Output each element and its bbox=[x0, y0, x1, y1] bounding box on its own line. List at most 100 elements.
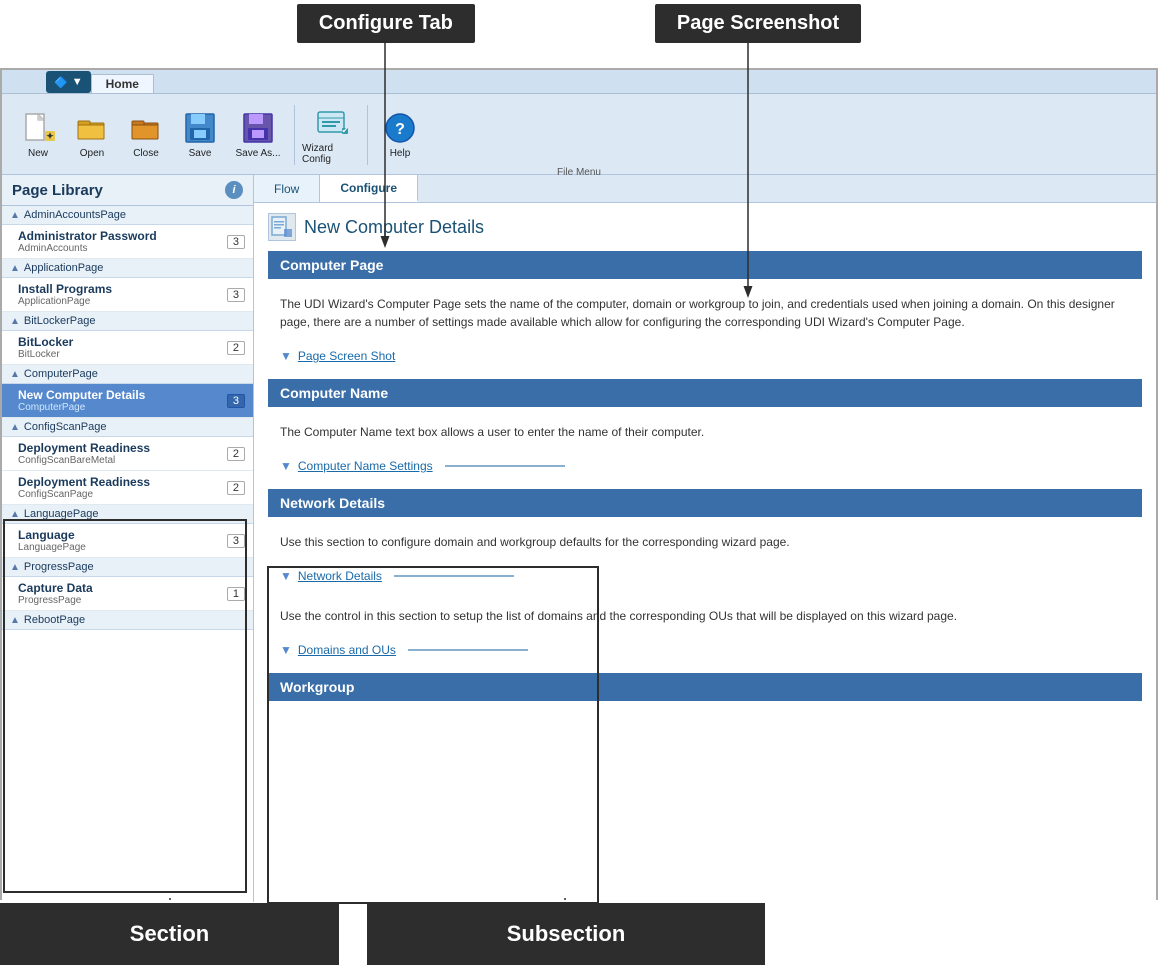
subsection-link-text: Computer Name Settings bbox=[298, 459, 433, 473]
new-icon: ✦ bbox=[20, 110, 56, 146]
sidebar-item-new-computer-details[interactable]: New Computer Details ComputerPage 3 bbox=[2, 384, 253, 418]
group-label-bitlockerpage: BitLockerPage bbox=[24, 315, 96, 327]
sidebar-item-badge: 3 bbox=[227, 288, 245, 302]
group-label-configscanpage: ConfigScanPage bbox=[24, 421, 107, 433]
group-arrow-icon: ▲ bbox=[10, 509, 20, 520]
chevron-down-icon: ▼ bbox=[280, 569, 292, 583]
sidebar-item-badge: 3 bbox=[227, 534, 245, 548]
open-button[interactable]: Open bbox=[66, 101, 118, 169]
info-icon[interactable]: i bbox=[225, 181, 243, 199]
tab-home[interactable]: Home bbox=[91, 74, 154, 93]
sidebar-item-subtitle: ProgressPage bbox=[18, 595, 227, 606]
section-network-details-body: Use this section to configure domain and… bbox=[268, 525, 1142, 559]
saveas-label: Save As... bbox=[235, 148, 280, 159]
sidebar-item-title: Capture Data bbox=[18, 581, 227, 595]
pane-content: New Computer Details Computer Page The U… bbox=[254, 203, 1156, 902]
ribbon-divider bbox=[294, 105, 295, 165]
sidebar-list: ▲ AdminAccountsPage Administrator Passwo… bbox=[2, 206, 253, 902]
group-arrow-icon: ▲ bbox=[10, 369, 20, 380]
group-arrow-icon: ▲ bbox=[10, 615, 20, 626]
sidebar-header: Page Library i bbox=[2, 175, 253, 206]
help-button[interactable]: ? Help bbox=[374, 101, 426, 169]
app-menu-button[interactable]: 🔷▼ bbox=[46, 71, 91, 93]
chevron-down-icon: ▼ bbox=[280, 643, 292, 657]
sidebar-item-title: Install Programs bbox=[18, 282, 227, 296]
section-network-details: Network Details bbox=[268, 489, 1142, 517]
sidebar-item-subtitle: ConfigScanBareMetal bbox=[18, 455, 227, 466]
save-label: Save bbox=[189, 148, 212, 159]
sidebar-item-badge: 2 bbox=[227, 447, 245, 461]
page-title: New Computer Details bbox=[304, 217, 484, 238]
sidebar-group-bitlockerpage: ▲ BitLockerPage bbox=[2, 312, 253, 331]
sidebar-item-subtitle: BitLocker bbox=[18, 349, 227, 360]
ribbon: 🔷▼ Home ✦ New bbox=[2, 70, 1156, 175]
group-label-computerpage: ComputerPage bbox=[24, 368, 98, 380]
sidebar-item-subtitle: AdminAccounts bbox=[18, 243, 227, 254]
sidebar-item-language[interactable]: Language LanguagePage 3 bbox=[2, 524, 253, 558]
subsection-page-screenshot[interactable]: ▼ Page Screen Shot bbox=[268, 343, 1142, 369]
saveas-icon bbox=[240, 110, 276, 146]
page-icon bbox=[268, 213, 296, 241]
page-title-bar: New Computer Details bbox=[268, 213, 1142, 241]
sidebar-item-title: Deployment Readiness bbox=[18, 475, 227, 489]
sidebar-group-languagepage: ▲ LanguagePage bbox=[2, 505, 253, 524]
new-button[interactable]: ✦ New bbox=[12, 101, 64, 169]
section-workgroup: Workgroup bbox=[268, 673, 1142, 701]
sidebar-item-title: Deployment Readiness bbox=[18, 441, 227, 455]
subsection-computer-name-settings[interactable]: ▼ Computer Name Settings bbox=[268, 453, 1142, 479]
sidebar-item-subtitle: LanguagePage bbox=[18, 542, 227, 553]
right-pane: Flow Configure New bbox=[254, 175, 1156, 902]
tab-flow[interactable]: Flow bbox=[254, 175, 320, 202]
sidebar-item-title: Language bbox=[18, 528, 227, 542]
subsection-line bbox=[445, 465, 565, 467]
section-computer-page: Computer Page bbox=[268, 251, 1142, 279]
sidebar-item-subtitle: ConfigScanPage bbox=[18, 489, 227, 500]
svg-text:✔: ✔ bbox=[342, 126, 348, 135]
sidebar-item-bitlocker[interactable]: BitLocker BitLocker 2 bbox=[2, 331, 253, 365]
section-computer-page-body: The UDI Wizard's Computer Page sets the … bbox=[268, 287, 1142, 339]
group-arrow-icon: ▲ bbox=[10, 263, 20, 274]
saveas-button[interactable]: Save As... bbox=[228, 101, 288, 169]
sidebar-item-install-programs[interactable]: Install Programs ApplicationPage 3 bbox=[2, 278, 253, 312]
configure-tab-annotation: Configure Tab bbox=[297, 4, 475, 43]
group-label-rebootpage: RebootPage bbox=[24, 614, 85, 626]
sidebar-item-badge: 3 bbox=[227, 394, 245, 408]
subsection-domains-and-ous[interactable]: ▼ Domains and OUs bbox=[268, 637, 1142, 663]
open-label: Open bbox=[80, 148, 104, 159]
subsection-line bbox=[394, 575, 514, 577]
group-label-applicationpage: ApplicationPage bbox=[24, 262, 104, 274]
sidebar-item-deployment-readiness-1[interactable]: Deployment Readiness ConfigScanBareMetal… bbox=[2, 437, 253, 471]
subsection-link-text: Page Screen Shot bbox=[298, 349, 395, 363]
sidebar-item-subtitle: ComputerPage bbox=[18, 402, 227, 413]
wizard-icon: ✔ bbox=[313, 105, 349, 141]
open-icon bbox=[74, 110, 110, 146]
new-label: New bbox=[28, 148, 48, 159]
sidebar: Page Library i ▲ AdminAccountsPage Admin… bbox=[2, 175, 254, 902]
chevron-down-icon: ▼ bbox=[280, 459, 292, 473]
subsection-network-details[interactable]: ▼ Network Details bbox=[268, 563, 1142, 589]
ribbon-divider-2 bbox=[367, 105, 368, 165]
wizard-config-button[interactable]: ✔ Wizard Config bbox=[301, 101, 361, 169]
sidebar-item-capture-data[interactable]: Capture Data ProgressPage 1 bbox=[2, 577, 253, 611]
save-icon bbox=[182, 110, 218, 146]
wizard-config-label: Wizard Config bbox=[302, 143, 360, 165]
sidebar-group-computerpage: ▲ ComputerPage bbox=[2, 365, 253, 384]
sidebar-item-deployment-readiness-2[interactable]: Deployment Readiness ConfigScanPage 2 bbox=[2, 471, 253, 505]
group-arrow-icon: ▲ bbox=[10, 422, 20, 433]
group-arrow-icon: ▲ bbox=[10, 210, 20, 221]
save-button[interactable]: Save bbox=[174, 101, 226, 169]
section-annotation: Section bbox=[0, 903, 339, 965]
sidebar-item-administrator-password[interactable]: Administrator Password AdminAccounts 3 bbox=[2, 225, 253, 259]
section-computer-name-body: The Computer Name text box allows a user… bbox=[268, 415, 1142, 449]
help-label: Help bbox=[390, 148, 411, 159]
tab-configure[interactable]: Configure bbox=[320, 175, 418, 202]
help-icon: ? bbox=[382, 110, 418, 146]
close-label: Close bbox=[133, 148, 159, 159]
sidebar-item-title: BitLocker bbox=[18, 335, 227, 349]
close-button[interactable]: Close bbox=[120, 101, 172, 169]
sidebar-group-applicationpage: ▲ ApplicationPage bbox=[2, 259, 253, 278]
group-arrow-icon: ▲ bbox=[10, 316, 20, 327]
subsection-link-text: Domains and OUs bbox=[298, 643, 396, 657]
svg-text:?: ? bbox=[395, 121, 405, 138]
sidebar-group-progresspage: ▲ ProgressPage bbox=[2, 558, 253, 577]
